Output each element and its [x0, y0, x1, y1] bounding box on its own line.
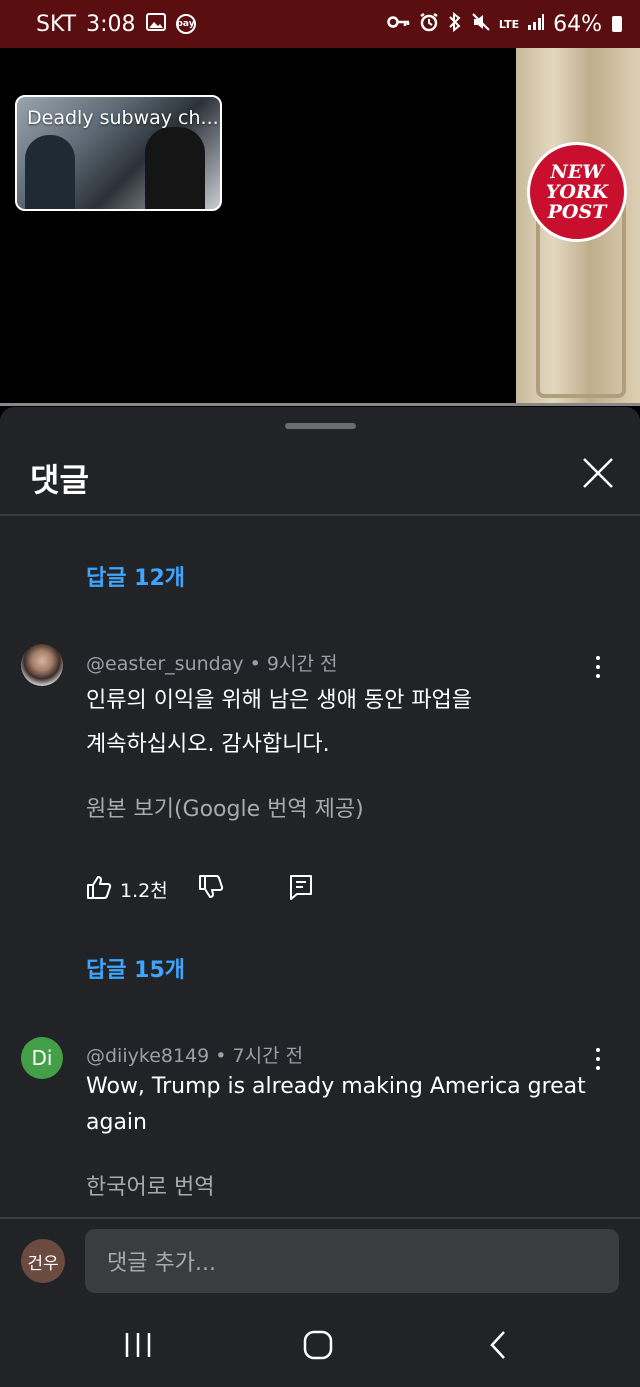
home-icon [303, 1330, 333, 1360]
comment-age: 7시간 전 [232, 1045, 304, 1067]
comment-input[interactable]: 댓글 추가... [85, 1229, 619, 1293]
home-button[interactable] [296, 1325, 340, 1365]
alarm-icon [419, 12, 439, 36]
pip-thumbnail[interactable]: Deadly subway ch... [15, 95, 222, 211]
logo-text: NEW YORK POST [545, 161, 609, 223]
status-right: LTE 64% [387, 12, 622, 37]
comment-meta: @diiyke8149 • 7시간 전 [86, 1045, 304, 1067]
like-count: 1.2천 [120, 879, 168, 902]
carrier-label: SKT [36, 11, 77, 37]
comment-text: 인류의 이익을 위해 남은 생애 동안 파업을 계속하십시오. 감사합니다. [86, 688, 473, 757]
more-options-button[interactable] [588, 653, 608, 681]
back-button[interactable] [476, 1325, 520, 1365]
panel-title: 댓글 [30, 461, 89, 499]
thumbs-up-icon [87, 876, 112, 899]
avatar-initials: Di [31, 1046, 53, 1070]
like-button[interactable] [86, 874, 112, 904]
pay-icon: pay [175, 14, 196, 34]
back-icon [490, 1331, 505, 1359]
mute-icon [471, 12, 491, 36]
comment-actions: 1.2천 [86, 873, 314, 905]
close-button[interactable] [576, 451, 620, 495]
comment-input-placeholder: 댓글 추가... [107, 1251, 216, 1276]
battery-icon [612, 16, 622, 32]
recent-apps-button[interactable] [116, 1325, 160, 1365]
gallery-icon [145, 12, 166, 36]
video-progress-bar[interactable] [0, 403, 640, 406]
view-replies-button[interactable]: 답글 15개 [86, 952, 185, 984]
video-player[interactable]: NEW YORK POST Deadly subway ch... [0, 48, 640, 404]
status-left: SKT 3:08 pay [36, 12, 196, 37]
comment-meta: @easter_sunday • 9시간 전 [86, 653, 338, 675]
recent-apps-icon [125, 1333, 151, 1357]
pip-title: Deadly subway ch... [27, 107, 219, 129]
new-york-post-logo: NEW YORK POST [527, 142, 627, 242]
avatar[interactable]: Di [21, 1037, 63, 1079]
dislike-button[interactable] [198, 874, 224, 904]
key-icon [387, 14, 411, 34]
comment-text: Wow, Trump is already making America gre… [86, 1074, 586, 1135]
comments-panel: 댓글 답글 12개 @easter_sunday • 9시간 전 인류의 이익을… [0, 407, 640, 1219]
user-avatar: 건우 [21, 1239, 65, 1283]
avatar[interactable] [21, 644, 63, 686]
drag-handle[interactable] [285, 423, 356, 429]
thumbs-down-icon [198, 875, 223, 898]
system-nav-bar [0, 1307, 640, 1387]
close-icon [583, 458, 613, 488]
signal-icon [527, 13, 545, 35]
add-comment-bar: 건우 댓글 추가... [0, 1217, 640, 1307]
see-original-link[interactable]: 원본 보기(Google 번역 제공) [86, 791, 364, 823]
comment-author[interactable]: @easter_sunday [86, 653, 244, 675]
comment-author[interactable]: @diiyke8149 [86, 1045, 209, 1067]
reply-button[interactable] [288, 873, 314, 905]
status-bar: SKT 3:08 pay LTE 64% [0, 0, 640, 48]
clock: 3:08 [86, 11, 136, 37]
view-replies-button[interactable]: 답글 12개 [86, 560, 185, 592]
comment-age: 9시간 전 [266, 653, 338, 675]
panel-divider [0, 514, 640, 516]
bluetooth-icon [447, 11, 463, 36]
translate-link[interactable]: 한국어로 번역 [86, 1169, 214, 1201]
reply-icon [289, 875, 312, 900]
battery-percent: 64% [553, 11, 602, 37]
network-label: LTE [498, 17, 520, 31]
